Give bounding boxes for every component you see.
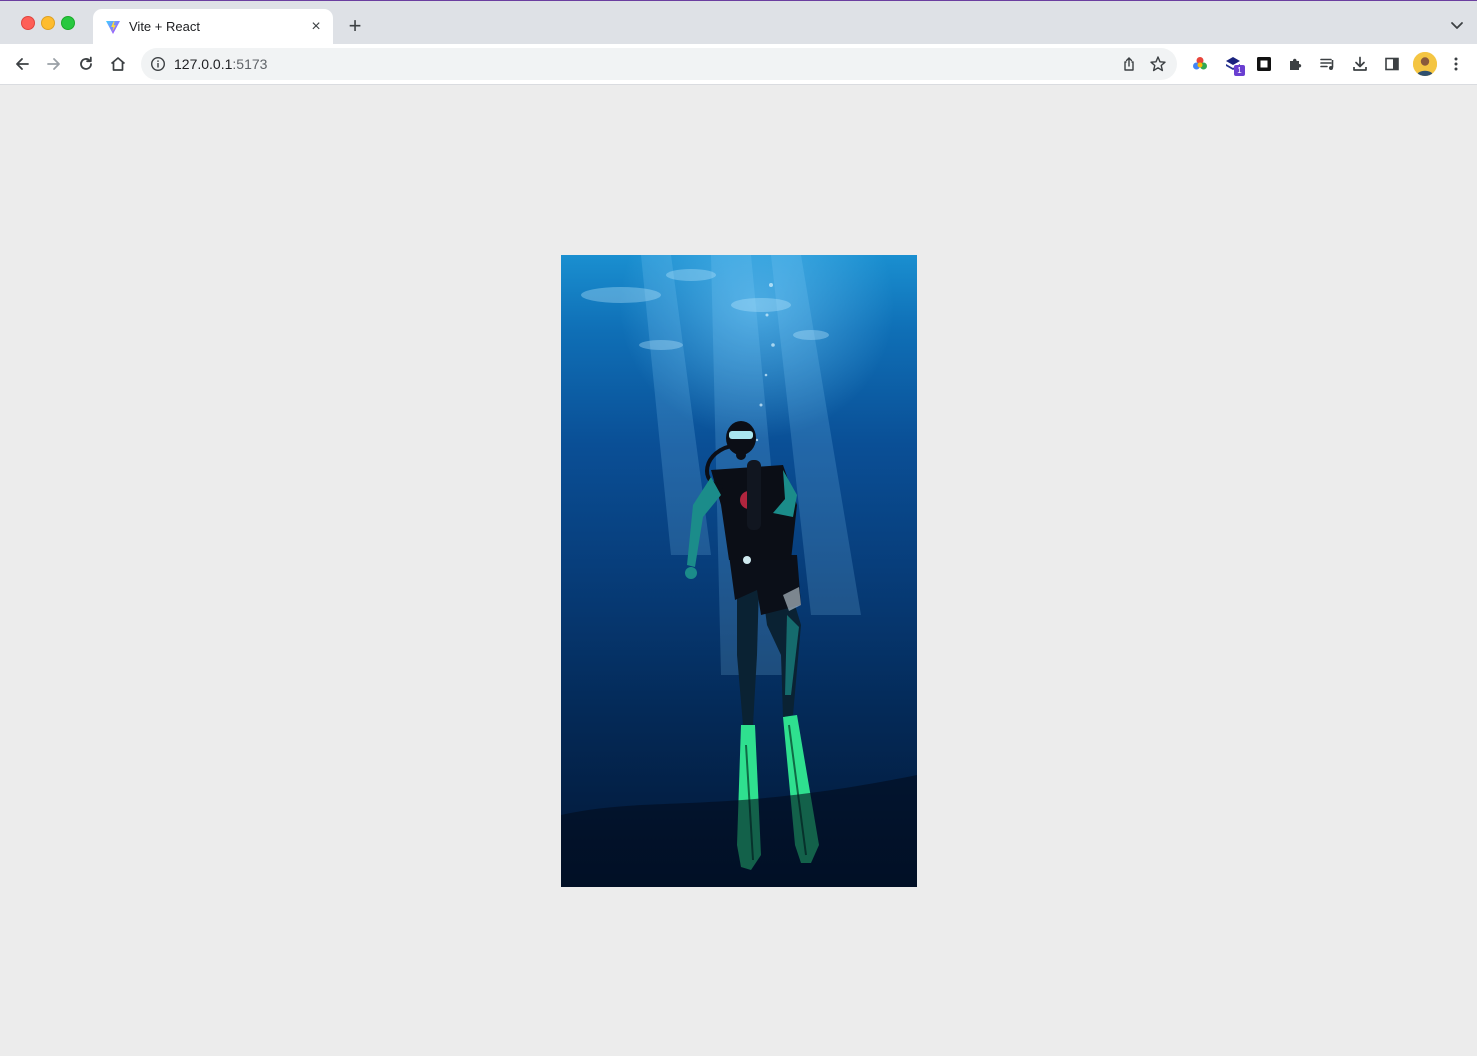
- site-info-icon[interactable]: [150, 56, 166, 72]
- avatar-person-icon: [1413, 52, 1437, 76]
- diver-image: [561, 255, 917, 887]
- scuba-diver-illustration: [561, 255, 917, 887]
- extensions-button[interactable]: [1284, 52, 1308, 76]
- share-icon[interactable]: [1121, 56, 1137, 72]
- new-tab-button[interactable]: +: [344, 15, 366, 37]
- stack-extension-button[interactable]: 1: [1221, 52, 1245, 76]
- media-controls-icon: [1320, 58, 1334, 70]
- url-text[interactable]: 127.0.0.1:5173: [174, 56, 267, 72]
- browser-toolbar: 127.0.0.1:5173 1: [0, 44, 1477, 85]
- kebab-menu-icon: [1454, 57, 1458, 71]
- forward-button[interactable]: [42, 52, 66, 76]
- url-host: 127.0.0.1: [174, 56, 233, 72]
- forward-arrow-icon: [47, 58, 60, 70]
- vite-logo-icon: [106, 21, 120, 34]
- browser-menu-button[interactable]: [1444, 52, 1468, 76]
- profile-avatar[interactable]: [1413, 52, 1437, 76]
- url-port: :5173: [232, 56, 268, 72]
- tab-close-icon[interactable]: ×: [307, 18, 325, 36]
- address-bar[interactable]: 127.0.0.1:5173: [141, 48, 1177, 80]
- frame-extension-button[interactable]: [1252, 52, 1276, 76]
- maximize-window-button[interactable]: [61, 16, 75, 30]
- extensions-puzzle-icon: [1290, 58, 1302, 70]
- side-panel-icon: [1385, 57, 1399, 71]
- bookmark-star-icon[interactable]: [1149, 55, 1167, 73]
- browser-tab[interactable]: Vite + React ×: [93, 9, 333, 45]
- tab-title: Vite + React: [129, 19, 200, 34]
- frame-extension-icon: [1257, 57, 1271, 71]
- back-button[interactable]: [10, 52, 34, 76]
- title-bar: Vite + React × +: [0, 0, 1477, 45]
- page-viewport: [0, 85, 1477, 1056]
- back-arrow-icon: [16, 58, 29, 70]
- stack-extension-icon: 1: [1224, 55, 1245, 76]
- minimize-window-button[interactable]: [41, 16, 55, 30]
- side-panel-button[interactable]: [1380, 52, 1404, 76]
- color-picker-extension-icon: [1193, 57, 1207, 70]
- download-icon: [1353, 56, 1367, 71]
- home-icon: [110, 57, 126, 71]
- reload-button[interactable]: [74, 52, 98, 76]
- extension-badge-count: 1: [1234, 65, 1245, 76]
- downloads-button[interactable]: [1348, 52, 1372, 76]
- tab-search-chevron-icon[interactable]: [1449, 17, 1465, 33]
- media-controls-button[interactable]: [1316, 52, 1340, 76]
- close-window-button[interactable]: [21, 16, 35, 30]
- home-button[interactable]: [106, 52, 130, 76]
- color-picker-extension-button[interactable]: [1188, 52, 1212, 76]
- reload-icon: [80, 56, 92, 70]
